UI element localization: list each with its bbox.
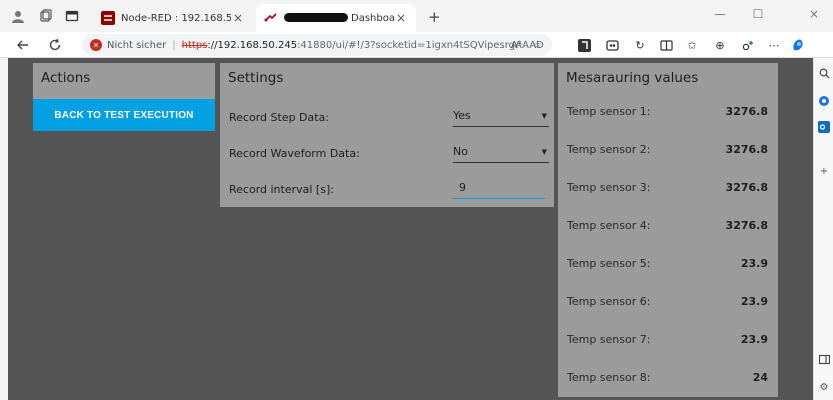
dashboard-area: Actions BACK TO TEST EXECUTION Settings … [8,58,813,400]
sensor-value: 3276.8 [725,219,768,232]
sensor-value: 3276.8 [725,105,768,118]
sensor-label: Temp sensor 7: [567,333,651,346]
measurement-row: Temp sensor 4: 3276.8 [558,207,778,243]
new-tab-button[interactable]: + [428,8,441,26]
sensor-label: Temp sensor 1: [567,105,651,118]
sensor-label: Temp sensor 4: [567,219,651,232]
measurement-row: Temp sensor 5: 23.9 [558,245,778,281]
select-value: No [453,145,468,158]
minimize-button[interactable]: — [706,4,734,24]
close-window-button[interactable]: × [800,4,828,24]
record-step-data-select[interactable]: Yes ▼ [453,107,549,127]
split-screen-icon[interactable] [658,37,674,53]
sensor-value: 23.9 [740,257,768,270]
sensor-label: Temp sensor 6: [567,295,651,308]
edge-sidebar: + ⚙ [813,58,833,400]
sensor-value: 3276.8 [725,143,768,156]
shopping-icon[interactable] [817,94,831,108]
record-step-data-row: Record Step Data: Yes ▼ [220,99,554,135]
back-icon[interactable] [14,36,32,54]
close-tab-icon[interactable]: × [231,11,245,25]
profile-icon[interactable] [10,8,26,24]
measurement-row: Temp sensor 8: 24 [558,359,778,395]
redacted-block [284,13,348,22]
sensor-label: Temp sensor 5: [567,257,651,270]
tab-title-text: Dashboard [351,12,394,24]
actions-title: Actions [41,70,91,86]
add-icon[interactable]: + [817,164,831,178]
dropdown-caret-icon: ▼ [541,148,547,156]
tab-title: Node-RED : 192.168.50.245 [121,12,231,24]
performance-icon[interactable] [740,37,756,53]
insecure-icon[interactable]: ✕ [90,39,102,51]
extension-icon[interactable] [576,37,592,53]
measurement-row: Temp sensor 3: 3276.8 [558,169,778,205]
close-tab-icon[interactable]: × [394,11,408,25]
dropdown-caret-icon: ▼ [541,112,547,120]
search-icon[interactable] [817,66,831,80]
refresh-extension-icon[interactable]: ↻ [632,37,648,53]
record-interval-row: Record interval [s]: 9 [220,171,554,207]
settings-card: Settings Record Step Data: Yes ▼ Record … [220,63,554,207]
sensor-label: Temp sensor 8: [567,371,651,384]
select-value: Yes [453,109,471,122]
address-separator: | [172,39,176,51]
url-path: :41880/ui/#!/3?socketid=1igxn4tSQVipesrg… [297,39,544,51]
measurements-title: Mesarauring values [566,70,699,86]
settings-title: Settings [228,70,284,86]
sensor-label: Temp sensor 3: [567,181,651,194]
refresh-icon[interactable] [46,36,64,54]
more-menu-icon[interactable]: ⋯ [766,37,782,53]
collections-toolbar-icon[interactable]: ⊕ [712,37,728,53]
record-waveform-data-select[interactable]: No ▼ [453,143,549,163]
maximize-button[interactable]: ☐ [744,4,772,24]
collections-icon[interactable] [38,8,54,24]
sensor-value: 3276.8 [725,181,768,194]
url-scheme: https [181,39,208,51]
record-interval-input[interactable]: 9 [453,179,545,199]
browser-toolbar: ✕ Nicht sicher | https ://192.168.50.245… [0,32,833,58]
measurement-row: Temp sensor 2: 3276.8 [558,131,778,167]
tab-dashboard[interactable]: Dashboard × [256,4,416,32]
actions-card: Actions BACK TO TEST EXECUTION [33,63,215,131]
favorite-star-icon[interactable]: ☆ [533,40,542,51]
record-step-data-label: Record Step Data: [229,111,330,124]
extension-icon[interactable] [604,37,620,53]
settings-icon[interactable]: ⚙ [817,380,831,394]
url-host: ://192.168.50.245 [207,39,298,51]
outlook-icon[interactable] [817,120,831,134]
measurement-row: Temp sensor 7: 23.9 [558,321,778,357]
record-waveform-data-row: Record Waveform Data: No ▼ [220,135,554,171]
sensor-label: Temp sensor 2: [567,143,651,156]
sensor-value: 23.9 [740,333,768,346]
record-interval-label: Record interval [s]: [229,183,334,196]
tab-title: Dashboard [284,13,394,24]
measurement-row: Temp sensor 1: 3276.8 [558,93,778,129]
measurements-card: Mesarauring values Temp sensor 1: 3276.8 T… [558,63,778,397]
address-bar[interactable]: ✕ Nicht sicher | https ://192.168.50.245… [82,34,552,56]
sensor-value: 24 [752,371,768,384]
tab-node-red[interactable]: Node-RED : 192.168.50.245 × [93,4,253,32]
sensor-value: 23.9 [740,295,768,308]
sidebar-toggle-icon[interactable] [817,352,831,366]
record-waveform-data-label: Record Waveform Data: [229,147,360,160]
tab-actions-icon[interactable] [64,8,80,24]
back-to-test-execution-button[interactable]: BACK TO TEST EXECUTION [33,99,215,131]
node-red-icon [101,11,115,25]
favorites-icon[interactable]: ✩ [684,37,700,53]
security-label[interactable]: Nicht sicher [107,40,166,51]
read-aloud-icon[interactable]: Aᴬ [511,40,522,51]
measurement-row: Temp sensor 6: 23.9 [558,283,778,319]
copilot-icon[interactable] [790,37,806,53]
tab-strip: Node-RED : 192.168.50.245 × Dashboard × … [0,0,833,32]
dashboard-icon [264,11,278,25]
